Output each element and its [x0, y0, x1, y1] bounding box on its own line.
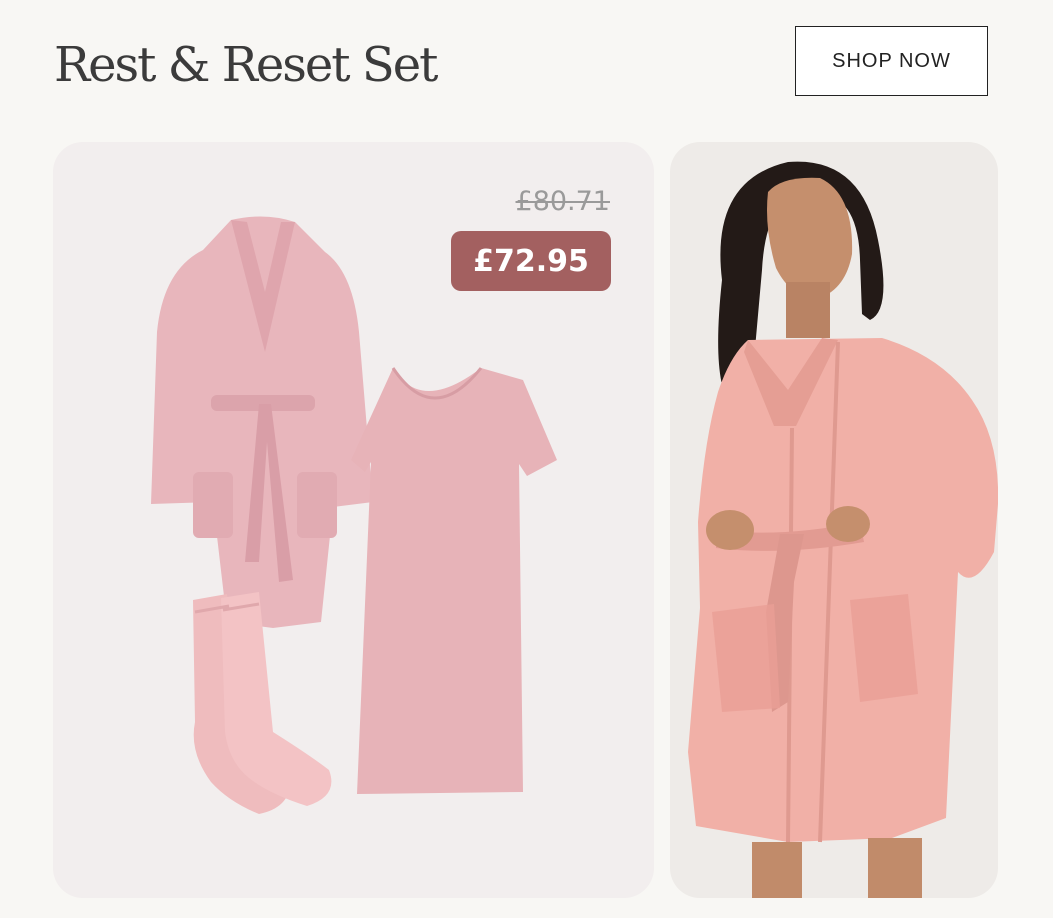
original-price: £80.71 — [515, 186, 610, 217]
robe — [688, 338, 998, 842]
nightdress-image — [351, 367, 557, 794]
product-set-card[interactable]: £80.71 £72.95 — [53, 142, 654, 898]
face — [767, 177, 853, 299]
model-photo — [688, 161, 998, 898]
socks-image — [193, 592, 332, 814]
shop-now-button[interactable]: SHOP NOW — [795, 26, 988, 96]
sale-price-badge: £72.95 — [451, 231, 611, 291]
page-title: Rest & Reset Set — [54, 37, 438, 93]
robe-image — [151, 216, 373, 628]
model-card[interactable] — [670, 142, 998, 898]
